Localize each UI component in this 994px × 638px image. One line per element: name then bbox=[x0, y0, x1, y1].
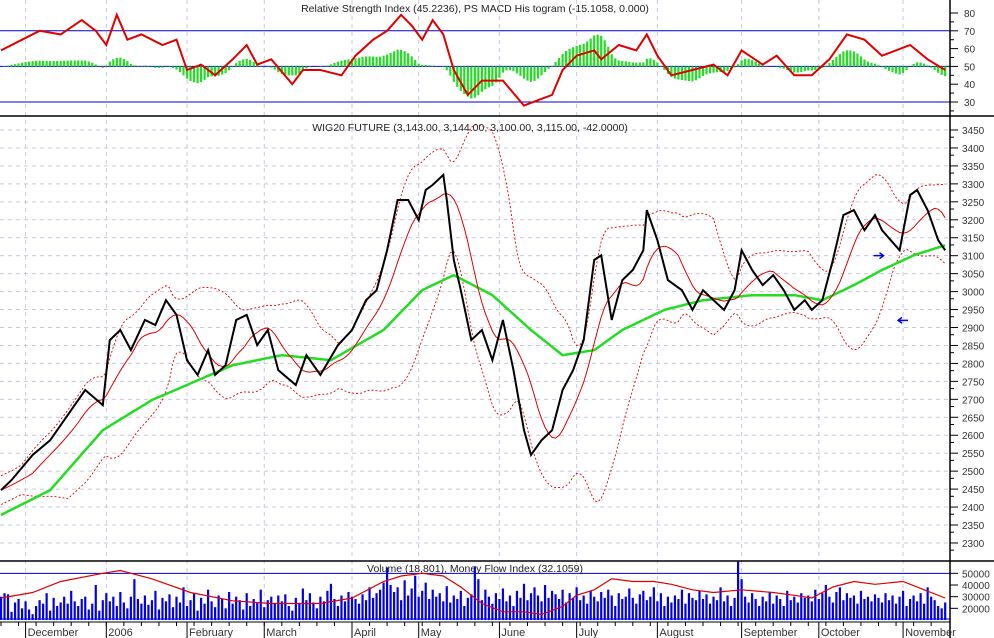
month-label: December bbox=[28, 627, 79, 638]
price-tick-label: 3200 bbox=[962, 216, 985, 227]
volume-tick-label: 40000 bbox=[962, 581, 990, 592]
volume-tick-label: 20000 bbox=[962, 604, 990, 615]
price-tick-label: 2650 bbox=[962, 413, 985, 424]
month-label: July bbox=[579, 627, 599, 638]
price-tick-label: 2450 bbox=[962, 485, 985, 496]
price-tick-label: 3150 bbox=[962, 234, 985, 245]
price-tick-label: 2300 bbox=[962, 539, 985, 550]
price-tick-label: 3000 bbox=[962, 288, 985, 299]
price-tick-label: 3250 bbox=[962, 198, 985, 209]
volume-tick-label: 50000 bbox=[962, 569, 990, 580]
price-tick-label: 3050 bbox=[962, 270, 985, 281]
rsi-tick-label: 70 bbox=[964, 27, 976, 38]
month-label: November bbox=[905, 627, 956, 638]
stock-chart: December 2006 February March April May June Jul… bbox=[0, 0, 994, 638]
rsi-tick-label: 30 bbox=[964, 98, 976, 109]
rsi-tick-label: 50 bbox=[964, 62, 976, 73]
price-panel-title: WIG20 FUTURE (3,143.00, 3,144.00, 3,100.… bbox=[312, 122, 628, 134]
month-label: February bbox=[189, 627, 234, 638]
price-tick-label: 2900 bbox=[962, 324, 985, 335]
price-tick-label: 2950 bbox=[962, 306, 985, 317]
rsi-tick-label: 60 bbox=[964, 45, 976, 56]
rsi-tick-label: 80 bbox=[964, 9, 976, 20]
price-tick-label: 2500 bbox=[962, 467, 985, 478]
month-label: May bbox=[421, 627, 442, 638]
rsi-panel-title: Relative Strength Index (45.2236), PS MA… bbox=[301, 3, 649, 15]
price-tick-label: 2600 bbox=[962, 431, 985, 442]
rsi-tick-label: 40 bbox=[964, 80, 976, 91]
price-tick-label: 3300 bbox=[962, 180, 985, 191]
price-tick-label: 3400 bbox=[962, 144, 985, 155]
volume-panel-title: Volume (18,801), Money Flow Index (32.10… bbox=[367, 563, 583, 575]
month-label: September bbox=[744, 627, 798, 638]
price-tick-label: 2400 bbox=[962, 503, 985, 514]
price-tick-label: 2750 bbox=[962, 377, 985, 388]
background bbox=[0, 0, 994, 638]
price-tick-label: 2700 bbox=[962, 395, 985, 406]
price-tick-label: 2800 bbox=[962, 359, 985, 370]
price-tick-label: 3100 bbox=[962, 252, 985, 263]
volume-tick-label: 30000 bbox=[962, 593, 990, 604]
price-tick-label: 3450 bbox=[962, 126, 985, 137]
month-label: 2006 bbox=[108, 627, 132, 638]
month-label: August bbox=[659, 627, 693, 638]
price-tick-label: 2550 bbox=[962, 449, 985, 460]
month-label: March bbox=[266, 627, 297, 638]
month-label: April bbox=[354, 627, 376, 638]
price-tick-label: 2350 bbox=[962, 521, 985, 532]
price-tick-label: 2850 bbox=[962, 341, 985, 352]
month-label: October bbox=[821, 627, 860, 638]
price-tick-label: 3350 bbox=[962, 162, 985, 173]
month-label: June bbox=[501, 627, 525, 638]
